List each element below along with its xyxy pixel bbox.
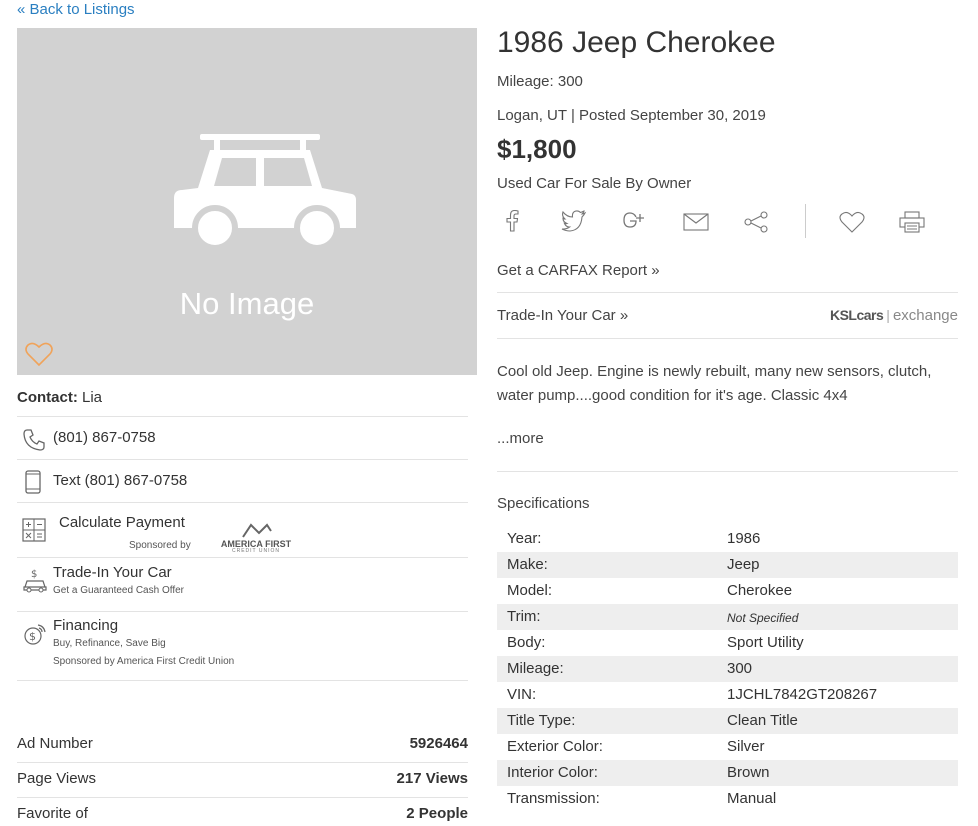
vehicle-placeholder-icon bbox=[174, 134, 356, 248]
more-link[interactable]: ...more bbox=[497, 430, 544, 447]
spec-row-body: Body: Sport Utility bbox=[507, 634, 804, 651]
dollar-signal-icon: $ bbox=[24, 624, 46, 645]
no-image-text: No Image bbox=[179, 286, 315, 321]
calculator-icon bbox=[22, 518, 46, 542]
phone-icon bbox=[23, 429, 45, 451]
spec-row-title-type: Title Type: Clean Title bbox=[497, 708, 958, 734]
spec-row-transmission: Transmission: Manual bbox=[507, 790, 777, 807]
contact-name: Lia bbox=[82, 389, 103, 406]
phone-link[interactable]: (801) 867-0758 bbox=[53, 429, 156, 446]
sale-type: Used Car For Sale By Owner bbox=[497, 175, 692, 192]
listing-title: 1986 Jeep Cherokee bbox=[497, 26, 776, 59]
listing-photo[interactable]: No Image bbox=[17, 28, 477, 375]
trade-in-row[interactable]: $ Trade-In Your Car Get a Guaranteed Cas… bbox=[17, 557, 468, 611]
favorite-of-row: Favorite of 2 People bbox=[17, 805, 468, 826]
car-cash-icon: $ bbox=[23, 569, 47, 593]
ksl-cars-exchange-logo: KSLcars | exchange bbox=[829, 307, 958, 324]
spec-row-year: Year: 1986 bbox=[507, 530, 761, 547]
spec-row-exterior-color: Exterior Color: Silver bbox=[507, 738, 765, 755]
divider bbox=[497, 471, 958, 472]
financing-subtext: Buy, Refinance, Save Big bbox=[53, 638, 166, 649]
heart-icon[interactable] bbox=[839, 211, 865, 233]
mileage-line: Mileage: 300 bbox=[497, 73, 583, 90]
svg-text:$: $ bbox=[31, 569, 37, 580]
print-icon[interactable] bbox=[899, 211, 925, 233]
share-divider bbox=[805, 204, 806, 238]
spec-row-trim: Trim: Not Specified bbox=[497, 604, 958, 630]
calculate-payment-link[interactable]: Calculate Payment bbox=[59, 514, 185, 531]
location-line: Logan, UT | Posted September 30, 2019 bbox=[497, 107, 766, 124]
facebook-icon[interactable] bbox=[505, 210, 519, 232]
contact-label: Contact: bbox=[17, 389, 78, 406]
specifications-table: Year: 1986 Make: Jeep Model: Cherokee Trim:… bbox=[497, 526, 958, 812]
share-icon[interactable] bbox=[743, 211, 769, 233]
spec-row-mileage: Mileage: 300 bbox=[497, 656, 958, 682]
contact-line: Contact: Lia bbox=[17, 389, 102, 406]
page-views-label: Page Views bbox=[17, 770, 96, 787]
call-row[interactable]: (801) 867-0758 bbox=[17, 416, 468, 459]
ad-number-value: 5926464 bbox=[409, 735, 468, 752]
calc-sponsored-by: Sponsored by bbox=[129, 540, 191, 551]
divider bbox=[497, 338, 958, 339]
specifications-heading: Specifications bbox=[497, 495, 590, 512]
listing-description: Cool old Jeep. Engine is newly rebuilt, … bbox=[497, 363, 932, 404]
calculate-payment-row[interactable]: Calculate Payment Sponsored by AMERICA F… bbox=[17, 502, 468, 557]
trade-in-link[interactable]: Trade-In Your Car bbox=[53, 564, 172, 581]
trade-in-your-car-link[interactable]: Trade-In Your Car » bbox=[497, 307, 628, 324]
financing-sponsor: Sponsored by America First Credit Union bbox=[53, 656, 235, 667]
ad-number-row: Ad Number 5926464 bbox=[17, 735, 468, 763]
favorite-of-label: Favorite of bbox=[17, 805, 88, 822]
back-to-listings-link[interactable]: « Back to Listings bbox=[17, 1, 135, 18]
page-views-value: 217 Views bbox=[396, 770, 468, 787]
google-plus-icon[interactable] bbox=[621, 210, 647, 234]
spec-row-interior-color: Interior Color: Brown bbox=[497, 760, 958, 786]
sponsor-logo-mark-icon bbox=[242, 523, 272, 538]
divider bbox=[497, 292, 958, 293]
favorite-heart-icon[interactable] bbox=[25, 341, 53, 367]
price: $1,800 bbox=[497, 134, 577, 164]
trade-in-subtext: Get a Guaranteed Cash Offer bbox=[53, 585, 185, 596]
carfax-link[interactable]: Get a CARFAX Report » bbox=[497, 262, 660, 279]
mobile-phone-icon bbox=[25, 470, 41, 494]
spec-row-model: Model: Cherokee bbox=[507, 582, 793, 599]
financing-link[interactable]: Financing bbox=[53, 617, 118, 634]
ad-number-label: Ad Number bbox=[17, 735, 93, 752]
text-phone-link[interactable]: Text (801) 867-0758 bbox=[53, 472, 187, 489]
share-bar bbox=[497, 204, 958, 242]
spec-row-make: Make: Jeep bbox=[497, 552, 958, 578]
financing-row[interactable]: $ Financing Buy, Refinance, Save Big Spo… bbox=[17, 611, 468, 681]
page-views-row: Page Views 217 Views bbox=[17, 770, 468, 798]
favorite-of-value: 2 People bbox=[406, 805, 468, 822]
america-first-logo: AMERICA FIRST CREDIT UNION bbox=[213, 523, 299, 554]
svg-text:$: $ bbox=[29, 630, 36, 643]
email-icon[interactable] bbox=[683, 213, 709, 231]
text-row[interactable]: Text (801) 867-0758 bbox=[17, 459, 468, 502]
twitter-icon[interactable] bbox=[561, 210, 587, 232]
spec-row-vin: VIN: 1JCHL7842GT208267 bbox=[507, 686, 878, 703]
